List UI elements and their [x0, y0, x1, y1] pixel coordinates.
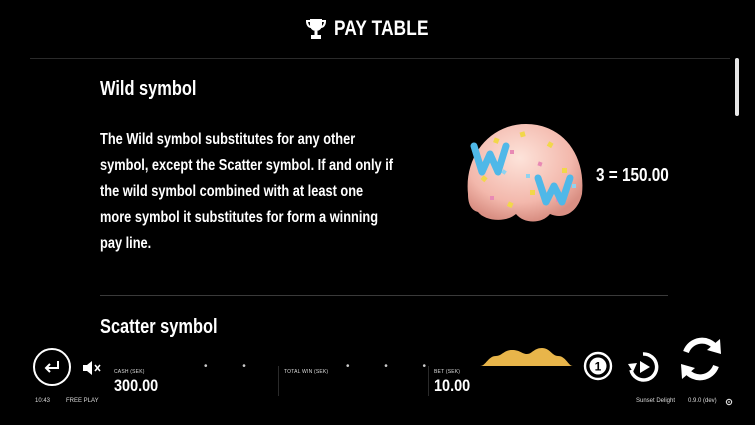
- scroll-wave-decoration: [480, 348, 573, 366]
- return-arrow-icon: [44, 361, 59, 373]
- meter-separator: [278, 366, 279, 396]
- coin-value-button[interactable]: 1: [583, 351, 613, 381]
- cash-meter: CASH (SEK) 300.00: [114, 369, 166, 396]
- bet-meter[interactable]: BET (SEK) 10.00: [434, 369, 477, 396]
- description-line: the wild symbol combined with at least o…: [100, 183, 364, 200]
- autoplay-button[interactable]: [626, 350, 660, 384]
- description-line: symbol, except the Scatter symbol. If an…: [100, 157, 394, 174]
- meter-separator: [428, 366, 429, 396]
- description-line: more symbol it substitutes for form a wi…: [100, 209, 379, 226]
- description-line: The Wild symbol substitutes for any othe…: [100, 131, 356, 148]
- dots-decoration: • •: [204, 361, 262, 372]
- game-name: Sunset Delight: [636, 398, 676, 404]
- sound-muted-icon[interactable]: [82, 360, 104, 376]
- scatter-symbol-title: Scatter symbol: [100, 316, 218, 338]
- trophy-icon: [305, 19, 326, 39]
- back-button[interactable]: [33, 348, 71, 386]
- wild-symbol-description: The Wild symbol substitutes for any othe…: [100, 127, 404, 257]
- header-divider: [30, 58, 730, 59]
- game-version: 0.9.0 (dev): [688, 398, 717, 404]
- bet-label: BET (SEK): [434, 369, 461, 375]
- bet-value: 10.00: [434, 376, 471, 395]
- cash-value: 300.00: [114, 376, 159, 395]
- total-win-meter: TOTAL WIN (SEK): [284, 369, 328, 375]
- total-win-label: TOTAL WIN (SEK): [284, 369, 329, 375]
- wild-payout: 3 = 150.00: [596, 165, 669, 185]
- spin-button[interactable]: [676, 334, 726, 384]
- page-title: PAY TABLE: [333, 17, 429, 40]
- description-line: pay line.: [100, 235, 152, 252]
- wild-symbol-image: [467, 124, 583, 222]
- section-divider: [100, 295, 668, 296]
- play-mode: FREE PLAY: [66, 398, 99, 404]
- settings-gear-icon[interactable]: [725, 398, 733, 406]
- scrollbar-thumb[interactable]: [735, 58, 739, 116]
- cash-label: CASH (SEK): [114, 369, 145, 375]
- wild-symbol-title: Wild symbol: [100, 78, 197, 100]
- svg-text:1: 1: [595, 360, 602, 374]
- clock: 10:43: [35, 398, 51, 404]
- paytable-header: PAY TABLE: [0, 0, 755, 58]
